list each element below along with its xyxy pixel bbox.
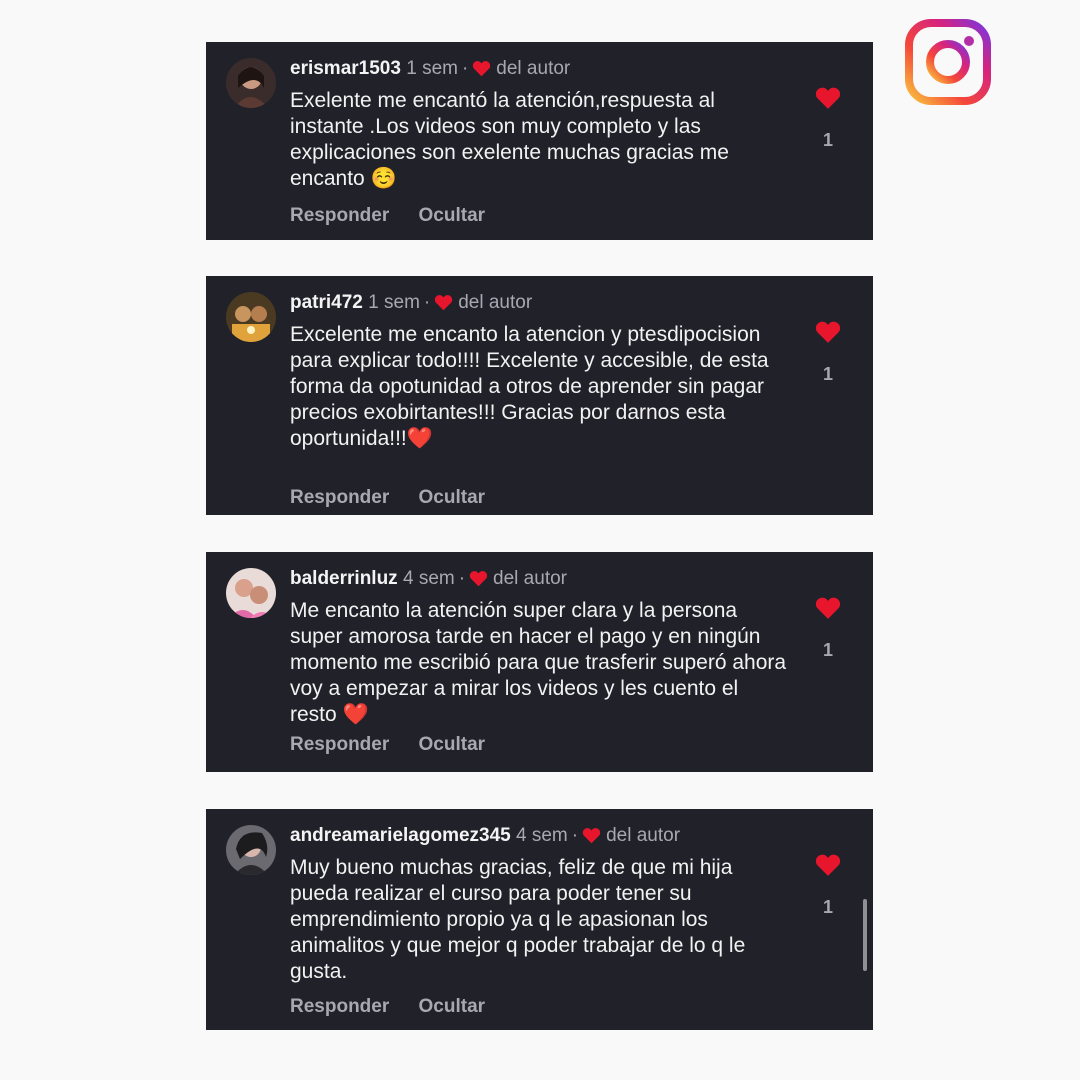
comment-card: balderrinluz 4 sem · del autor Me encanto … — [206, 552, 873, 772]
comment-text: Excelente me encanto la atencion y ptesd… — [290, 323, 769, 450]
comment-actions: Responder Ocultar — [290, 996, 509, 1018]
reply-button[interactable]: Responder — [290, 487, 389, 508]
hide-button[interactable]: Ocultar — [419, 205, 486, 226]
like-heart-icon[interactable] — [815, 853, 841, 877]
comment-text: Me encanto la atención super clara y la … — [290, 599, 787, 726]
username[interactable]: erismar1503 — [290, 58, 401, 79]
avatar[interactable] — [226, 568, 276, 618]
like-count: 1 — [822, 364, 833, 384]
comment-header: patri472 1 sem · del autor — [290, 292, 793, 314]
comment-card: patri472 1 sem · del autor Excelente me en… — [206, 276, 873, 515]
reply-button[interactable]: Responder — [290, 996, 389, 1017]
username[interactable]: patri472 — [290, 292, 363, 313]
instagram-logo-icon — [905, 19, 991, 105]
comment-actions: Responder Ocultar — [290, 734, 509, 756]
author-like-label: del autor — [606, 825, 681, 846]
username[interactable]: andreamarielagomez345 — [290, 825, 511, 846]
comment-actions: Responder Ocultar — [290, 205, 509, 227]
author-like-label: del autor — [493, 568, 567, 589]
avatar[interactable] — [226, 58, 276, 108]
like-count: 1 — [822, 130, 833, 150]
reply-button[interactable]: Responder — [290, 205, 389, 226]
comment-header: erismar1503 1 sem · del autor — [290, 58, 793, 80]
comment-time: 4 sem — [516, 825, 568, 846]
separator: · — [423, 292, 431, 313]
username[interactable]: balderrinluz — [290, 568, 398, 589]
separator: · — [461, 58, 469, 79]
comment-card: andreamarielagomez345 4 sem · del autor Mu… — [206, 809, 873, 1030]
hide-button[interactable]: Ocultar — [419, 996, 486, 1017]
avatar[interactable] — [226, 825, 276, 875]
comment-time: 1 sem — [368, 292, 420, 313]
separator: · — [458, 568, 466, 589]
like-heart-icon[interactable] — [815, 320, 841, 344]
like-heart-icon[interactable] — [815, 86, 841, 110]
heart-icon — [473, 61, 491, 77]
author-like-label: del autor — [496, 58, 571, 79]
like-count: 1 — [822, 897, 833, 917]
comment-time: 1 sem — [406, 58, 458, 79]
heart-icon — [469, 571, 488, 587]
heart-icon — [435, 295, 453, 311]
heart-icon — [582, 828, 601, 844]
comment-card: erismar1503 1 sem · del autor Exelente me … — [206, 42, 873, 240]
comment-header: andreamarielagomez345 4 sem · del autor — [290, 825, 793, 847]
comment-text: Muy bueno muchas gracias, feliz de que m… — [290, 856, 746, 983]
hide-button[interactable]: Ocultar — [419, 734, 486, 755]
comment-text: Exelente me encantó la atención,respuest… — [290, 89, 729, 190]
like-heart-icon[interactable] — [815, 596, 841, 620]
reply-button[interactable]: Responder — [290, 734, 389, 755]
like-count: 1 — [822, 640, 833, 660]
comment-actions: Responder Ocultar — [290, 487, 509, 509]
comment-header: balderrinluz 4 sem · del autor — [290, 568, 793, 590]
hide-button[interactable]: Ocultar — [419, 487, 486, 508]
comment-time: 4 sem — [402, 568, 455, 589]
author-like-label: del autor — [458, 292, 533, 313]
avatar[interactable] — [226, 292, 276, 342]
scrollbar[interactable] — [863, 899, 867, 971]
separator: · — [571, 825, 579, 846]
